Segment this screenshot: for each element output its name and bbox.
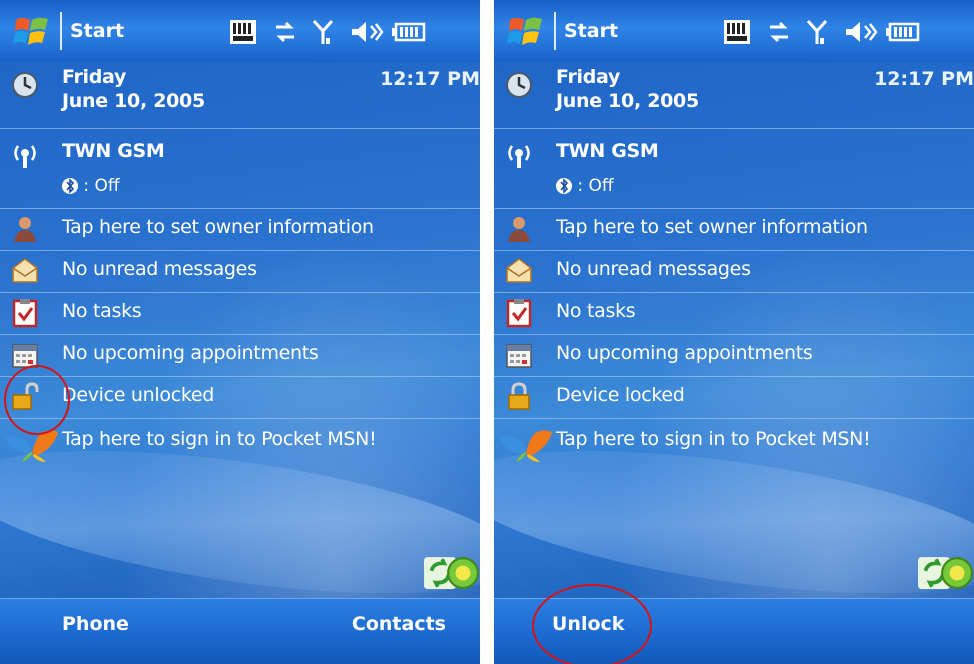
- start-separator: [60, 12, 62, 50]
- lock-open-icon[interactable]: [10, 381, 40, 411]
- lock-text: Device unlocked: [62, 384, 215, 406]
- msn-text: Tap here to sign in to Pocket MSN!: [62, 428, 377, 450]
- carrier-text: TWN GSM: [62, 140, 165, 162]
- calendar-icon: [12, 344, 38, 368]
- today-screen-locked: Start Friday June 10, 2005 12:17 PM TWN …: [494, 0, 974, 664]
- bluetooth-icon: [62, 178, 78, 194]
- clock-icon: [506, 72, 532, 98]
- carrier-text: TWN GSM: [556, 140, 659, 162]
- navigation-bar: Start: [494, 0, 974, 63]
- sync-arrows-icon[interactable]: [766, 18, 792, 46]
- radio-icon: [508, 145, 530, 168]
- start-menu-label[interactable]: Start: [70, 20, 124, 42]
- sync-arrows-icon[interactable]: [272, 18, 298, 46]
- msn-row[interactable]: Tap here to sign in to Pocket MSN!: [494, 418, 974, 468]
- navigation-bar: Start: [0, 0, 480, 63]
- msn-text: Tap here to sign in to Pocket MSN!: [556, 428, 871, 450]
- softkey-bar: Unlock: [494, 598, 974, 664]
- messages-text: No unread messages: [556, 258, 751, 280]
- time-text: 12:17 PM: [874, 68, 974, 90]
- bluetooth-status[interactable]: : Off: [62, 176, 120, 196]
- owner-text: Tap here to set owner information: [62, 216, 374, 238]
- today-plugin-area: Friday June 10, 2005 12:17 PM TWN GSM : …: [494, 62, 974, 621]
- speaker-icon[interactable]: [844, 18, 878, 46]
- date-text: June 10, 2005: [62, 90, 205, 112]
- signal-antenna-icon[interactable]: [312, 18, 334, 46]
- network-row[interactable]: TWN GSM : Off: [0, 128, 480, 209]
- bluetooth-icon: [556, 178, 572, 194]
- keyboard-icon[interactable]: [722, 18, 752, 46]
- time-text: 12:17 PM: [380, 68, 480, 90]
- appointments-row[interactable]: No upcoming appointments: [0, 334, 480, 377]
- start-menu-label[interactable]: Start: [564, 20, 618, 42]
- task-checkbox-icon: [12, 299, 38, 328]
- signal-antenna-icon[interactable]: [806, 18, 828, 46]
- appointments-row[interactable]: No upcoming appointments: [494, 334, 974, 377]
- owner-row[interactable]: Tap here to set owner information: [0, 208, 480, 251]
- bluetooth-text: : Off: [83, 176, 120, 196]
- tasks-text: No tasks: [556, 300, 636, 322]
- clock-icon: [12, 72, 38, 98]
- owner-row[interactable]: Tap here to set owner information: [494, 208, 974, 251]
- battery-icon[interactable]: [392, 18, 426, 46]
- lock-row[interactable]: Device unlocked: [0, 376, 480, 419]
- tasks-text: No tasks: [62, 300, 142, 322]
- wireless-manager-icon[interactable]: [446, 556, 480, 590]
- appointments-text: No upcoming appointments: [62, 342, 319, 364]
- contacts-softkey[interactable]: Contacts: [352, 613, 446, 635]
- date-row[interactable]: Friday June 10, 2005 12:17 PM: [494, 62, 974, 129]
- softkey-bar: Phone Contacts: [0, 598, 480, 664]
- today-plugin-area: Friday June 10, 2005 12:17 PM TWN GSM : …: [0, 62, 480, 621]
- owner-person-icon: [508, 217, 530, 242]
- owner-person-icon: [14, 217, 36, 242]
- task-checkbox-icon: [506, 299, 532, 328]
- date-text: June 10, 2005: [556, 90, 699, 112]
- today-screen-unlocked: Start Friday June 10, 2005 12:17 PM TWN …: [0, 0, 480, 664]
- envelope-icon: [506, 258, 532, 283]
- weekday-text: Friday: [556, 66, 621, 88]
- envelope-icon: [12, 258, 38, 283]
- windows-flag-icon[interactable]: [506, 14, 546, 50]
- lock-row[interactable]: Device locked: [494, 376, 974, 419]
- wireless-manager-icon[interactable]: [940, 556, 974, 590]
- phone-softkey[interactable]: Phone: [62, 613, 129, 635]
- calendar-icon: [506, 344, 532, 368]
- tasks-row[interactable]: No tasks: [494, 292, 974, 335]
- speaker-icon[interactable]: [350, 18, 384, 46]
- msn-row[interactable]: Tap here to sign in to Pocket MSN!: [0, 418, 480, 468]
- battery-icon[interactable]: [886, 18, 920, 46]
- bluetooth-text: : Off: [577, 176, 614, 196]
- radio-icon: [14, 145, 36, 168]
- messages-row[interactable]: No unread messages: [0, 250, 480, 293]
- windows-flag-icon[interactable]: [12, 14, 52, 50]
- keyboard-icon[interactable]: [228, 18, 258, 46]
- lock-text: Device locked: [556, 384, 685, 406]
- bluetooth-status[interactable]: : Off: [556, 176, 614, 196]
- messages-text: No unread messages: [62, 258, 257, 280]
- weekday-text: Friday: [62, 66, 127, 88]
- owner-text: Tap here to set owner information: [556, 216, 868, 238]
- lock-closed-icon[interactable]: [504, 381, 534, 411]
- date-row[interactable]: Friday June 10, 2005 12:17 PM: [0, 62, 480, 129]
- msn-butterfly-icon: [498, 430, 552, 462]
- appointments-text: No upcoming appointments: [556, 342, 813, 364]
- unlock-softkey[interactable]: Unlock: [552, 613, 624, 635]
- messages-row[interactable]: No unread messages: [494, 250, 974, 293]
- msn-butterfly-icon: [4, 430, 58, 462]
- network-row[interactable]: TWN GSM : Off: [494, 128, 974, 209]
- tasks-row[interactable]: No tasks: [0, 292, 480, 335]
- start-separator: [554, 12, 556, 50]
